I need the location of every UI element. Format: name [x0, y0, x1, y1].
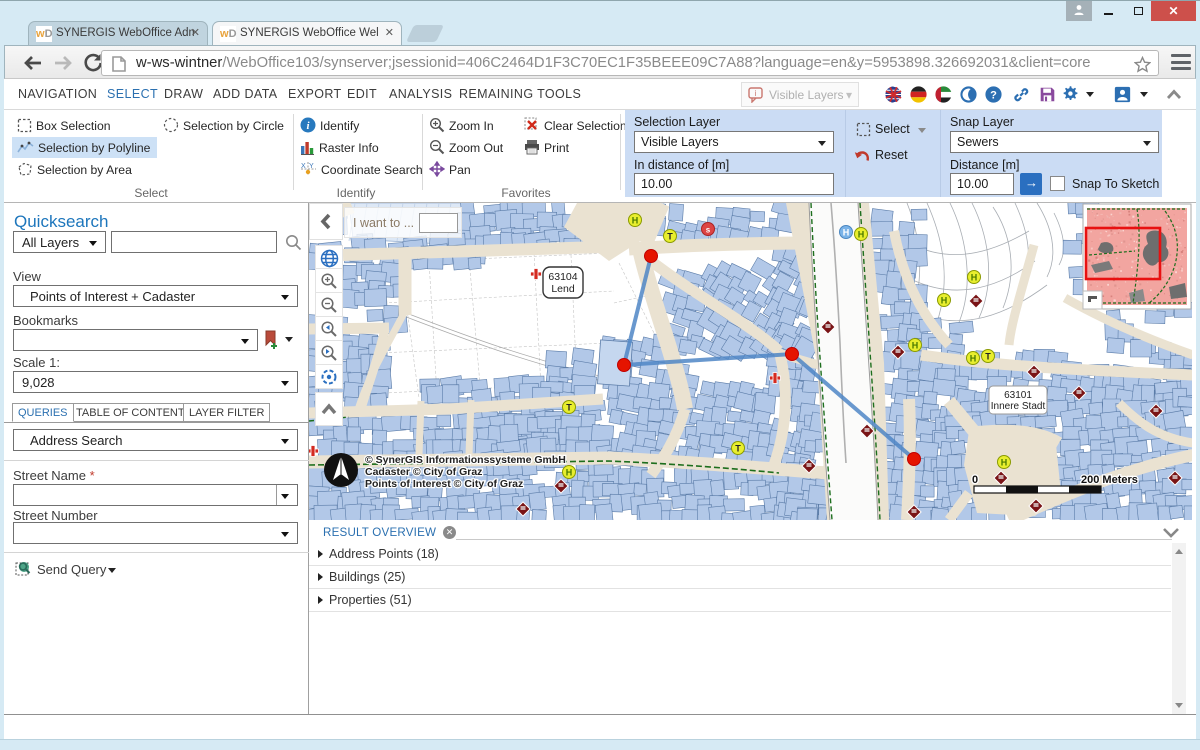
svg-text:63101: 63101 — [1004, 390, 1032, 401]
svg-text:H: H — [971, 273, 978, 283]
svg-text:200 Meters: 200 Meters — [1081, 474, 1138, 486]
svg-text:H: H — [941, 296, 948, 306]
svg-text:Lend: Lend — [551, 283, 575, 295]
svg-text:H: H — [858, 230, 865, 240]
svg-text:H: H — [912, 341, 919, 351]
svg-text:H: H — [632, 216, 639, 226]
svg-text:Innere Stadt: Innere Stadt — [991, 401, 1046, 412]
svg-text:Points of Interest © City of G: Points of Interest © City of Graz — [365, 478, 523, 490]
svg-text:H: H — [970, 354, 977, 364]
svg-text:H: H — [1001, 458, 1008, 468]
svg-text:i: i — [755, 89, 757, 98]
svg-text:H: H — [566, 468, 573, 478]
svg-text:© SynerGIS Informationssysteme: © SynerGIS Informationssysteme GmbH — [365, 454, 566, 466]
svg-text:T: T — [985, 352, 991, 362]
svg-text:T: T — [735, 444, 741, 454]
svg-text:s: s — [706, 226, 711, 235]
svg-text:H: H — [843, 228, 850, 238]
svg-text:T: T — [566, 403, 572, 413]
svg-text:63104: 63104 — [548, 271, 577, 283]
svg-text:Cadaster © City of Graz: Cadaster © City of Graz — [365, 466, 482, 478]
svg-text:?: ? — [990, 89, 997, 101]
svg-text:0: 0 — [972, 474, 978, 486]
svg-text:T: T — [667, 232, 673, 242]
